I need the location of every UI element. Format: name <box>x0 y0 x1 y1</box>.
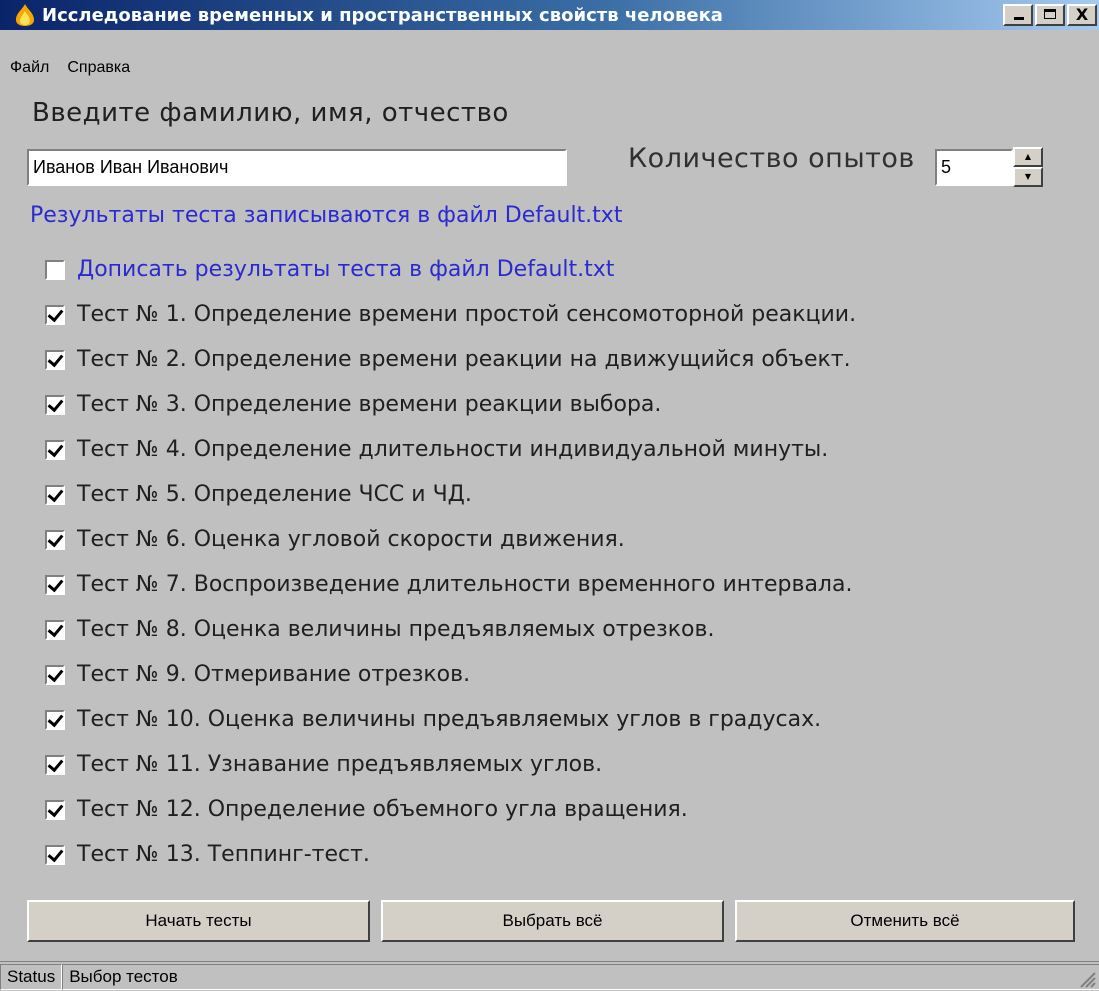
select-all-button[interactable]: Выбрать всё <box>381 900 724 942</box>
menu-file[interactable]: Файл <box>10 59 49 77</box>
test-checkbox-8[interactable]: Тест № 8. Оценка величины предъявляемых … <box>45 617 714 642</box>
checkbox-box[interactable] <box>45 844 65 865</box>
checkbox-box[interactable] <box>45 304 65 325</box>
checkbox-box[interactable] <box>45 484 65 505</box>
checkbox-box[interactable] <box>45 799 65 820</box>
test-checkbox-5[interactable]: Тест № 5. Определение ЧСС и ЧД. <box>45 482 472 507</box>
deselect-all-button[interactable]: Отменить всё <box>735 900 1075 942</box>
checkbox-label: Тест № 3. Определение времени реакции вы… <box>77 392 662 417</box>
checkbox-box[interactable] <box>45 529 65 550</box>
close-button[interactable]: X <box>1067 4 1097 26</box>
test-checkbox-13[interactable]: Тест № 13. Теппинг-тест. <box>45 842 370 867</box>
trial-count-input[interactable] <box>935 149 1013 186</box>
checkbox-label: Тест № 5. Определение ЧСС и ЧД. <box>77 482 472 507</box>
resize-grip-icon[interactable] <box>1077 969 1097 989</box>
results-file-info: Результаты теста записываются в файл Def… <box>30 203 623 228</box>
title-bar[interactable]: Исследование временных и пространственны… <box>0 0 1099 30</box>
checkbox-label: Тест № 1. Определение времени простой се… <box>77 302 857 327</box>
status-bar: Status Выбор тестов <box>0 961 1099 991</box>
start-tests-button[interactable]: Начать тесты <box>27 900 370 942</box>
test-checkbox-4[interactable]: Тест № 4. Определение длительности индив… <box>45 437 828 462</box>
minimize-button[interactable] <box>1003 4 1033 26</box>
test-checkbox-9[interactable]: Тест № 9. Отмеривание отрезков. <box>45 662 470 687</box>
checkbox-label: Тест № 4. Определение длительности индив… <box>77 437 829 462</box>
menu-help[interactable]: Справка <box>67 59 130 77</box>
spin-down-button[interactable]: ▼ <box>1013 167 1043 187</box>
checkbox-label: Тест № 10. Оценка величины предъявляемых… <box>77 707 822 732</box>
trial-count-spinner: ▲ ▼ <box>1013 147 1043 187</box>
test-checkbox-2[interactable]: Тест № 2. Определение времени реакции на… <box>45 347 851 372</box>
test-checkbox-10[interactable]: Тест № 10. Оценка величины предъявляемых… <box>45 707 821 732</box>
status-label: Status <box>0 963 63 990</box>
name-prompt-label: Введите фамилию, имя, отчество <box>32 98 509 128</box>
test-checkbox-11[interactable]: Тест № 11. Узнавание предъявляемых углов… <box>45 752 602 777</box>
checkbox-box[interactable] <box>45 259 65 280</box>
trial-count-label: Количество опытов <box>628 143 915 174</box>
checkbox-label: Дописать результаты теста в файл Default… <box>77 257 615 282</box>
checkbox-label: Тест № 8. Оценка величины предъявляемых … <box>77 617 715 642</box>
checkbox-box[interactable] <box>45 619 65 640</box>
test-checkbox-6[interactable]: Тест № 6. Оценка угловой скорости движен… <box>45 527 625 552</box>
checkbox-label: Тест № 6. Оценка угловой скорости движен… <box>77 527 625 552</box>
checkbox-box[interactable] <box>45 439 65 460</box>
test-checkbox-7[interactable]: Тест № 7. Воспроизведение длительности в… <box>45 572 852 597</box>
test-checkbox-3[interactable]: Тест № 3. Определение времени реакции вы… <box>45 392 661 417</box>
menu-bar: Файл Справка <box>0 54 1099 82</box>
checkbox-box[interactable] <box>45 754 65 775</box>
test-checkbox-12[interactable]: Тест № 12. Определение объемного угла вр… <box>45 797 688 822</box>
checkbox-label: Тест № 7. Воспроизведение длительности в… <box>77 572 853 597</box>
checkbox-box[interactable] <box>45 349 65 370</box>
full-name-input[interactable] <box>27 149 567 186</box>
flame-app-icon <box>16 4 34 26</box>
status-value: Выбор тестов <box>62 963 1099 990</box>
append-results-checkbox[interactable]: Дописать результаты теста в файл Default… <box>45 257 614 282</box>
checkbox-label: Тест № 2. Определение времени реакции на… <box>77 347 851 372</box>
spin-up-button[interactable]: ▲ <box>1013 147 1043 167</box>
checkbox-label: Тест № 9. Отмеривание отрезков. <box>77 662 471 687</box>
checkbox-label: Тест № 11. Узнавание предъявляемых углов… <box>77 752 603 777</box>
checkbox-box[interactable] <box>45 664 65 685</box>
test-checkbox-1[interactable]: Тест № 1. Определение времени простой се… <box>45 302 856 327</box>
checkbox-label: Тест № 12. Определение объемного угла вр… <box>77 797 688 822</box>
checkbox-box[interactable] <box>45 394 65 415</box>
checkbox-box[interactable] <box>45 574 65 595</box>
maximize-button[interactable] <box>1035 4 1065 26</box>
window-title: Исследование временных и пространственны… <box>42 4 723 26</box>
checkbox-label: Тест № 13. Теппинг-тест. <box>77 842 370 867</box>
checkbox-box[interactable] <box>45 709 65 730</box>
